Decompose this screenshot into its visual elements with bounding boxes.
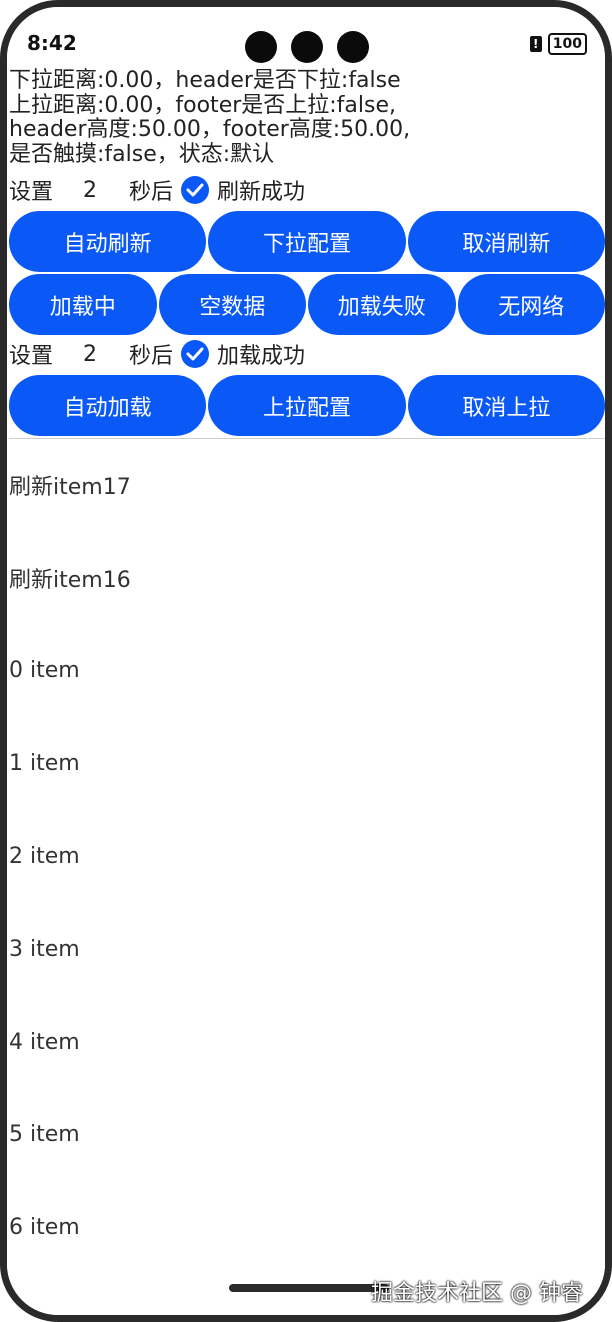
check-icon	[186, 183, 204, 197]
refresh-seconds-suffix: 秒后	[129, 180, 174, 205]
load-failed-button[interactable]: 加载失败	[308, 274, 456, 335]
list-item[interactable]: 1 item	[9, 717, 605, 810]
refresh-setting-label: 设置	[9, 180, 54, 205]
auto-load-button[interactable]: 自动加载	[9, 375, 207, 436]
home-indicator[interactable]	[229, 1284, 389, 1292]
camera-icon	[245, 31, 277, 63]
list-item[interactable]: 刷新item16	[9, 532, 605, 625]
refresh-button-row: 自动刷新 下拉配置 取消刷新	[9, 211, 605, 272]
status-info-line-1: 下拉距离:0.00，header是否下拉:false	[9, 68, 401, 93]
item-list[interactable]: 刷新item17 刷新item16 0 item 1 item 2 item 3…	[9, 439, 605, 1274]
load-setting-row: 设置 2 秒后 加载成功	[9, 335, 605, 373]
screen: 8:42 ! 100 下拉距离:0.00，header是否下拉:false 上拉…	[7, 7, 605, 1315]
refresh-setting-row: 设置 2 秒后 刷新成功	[9, 171, 605, 209]
status-info-line-4: 是否触摸:false，状态:默认	[9, 141, 275, 167]
device-frame: 8:42 ! 100 下拉距离:0.00，header是否下拉:false 上拉…	[0, 0, 612, 1322]
list-item[interactable]: 5 item	[9, 1089, 605, 1182]
status-time: 8:42	[27, 31, 77, 55]
refresh-success-label: 刷新成功	[217, 180, 306, 205]
list-item[interactable]: 刷新item17	[9, 439, 605, 532]
list-item[interactable]: 0 item	[9, 625, 605, 718]
check-icon	[186, 347, 204, 361]
status-right: ! 100	[529, 33, 587, 55]
no-network-button[interactable]: 无网络	[457, 274, 605, 335]
list-item[interactable]: 4 item	[9, 996, 605, 1089]
refresh-success-checkbox[interactable]	[181, 176, 210, 204]
camera-cutout	[245, 31, 369, 63]
pull-down-config-button[interactable]: 下拉配置	[208, 211, 406, 272]
state-button-row: 加载中 空数据 加载失败 无网络	[9, 274, 605, 335]
list-item[interactable]: 6 item	[9, 1181, 605, 1274]
cancel-refresh-button[interactable]: 取消刷新	[407, 211, 605, 272]
list-item[interactable]: 3 item	[9, 903, 605, 996]
auto-refresh-button[interactable]: 自动刷新	[9, 211, 207, 272]
status-info-line-3: header高度:50.00，footer高度:50.00,	[9, 117, 411, 142]
refresh-seconds-value[interactable]: 2	[83, 178, 123, 203]
load-button-row: 自动加载 上拉配置 取消上拉	[9, 375, 605, 436]
load-success-label: 加载成功	[217, 344, 306, 369]
battery-icon: 100	[547, 33, 587, 55]
list-item[interactable]: 2 item	[9, 810, 605, 903]
load-seconds-value[interactable]: 2	[83, 342, 123, 367]
empty-data-button[interactable]: 空数据	[158, 274, 306, 335]
main-content: 下拉距离:0.00，header是否下拉:false 上拉距离:0.00，foo…	[9, 68, 605, 1274]
loading-button[interactable]: 加载中	[9, 274, 157, 335]
status-info-line-2: 上拉距离:0.00，footer是否上拉:false,	[9, 92, 397, 118]
watermark: 掘金技术社区 @ 钟睿	[371, 1281, 583, 1306]
camera-icon	[291, 31, 323, 63]
cancel-pull-up-button[interactable]: 取消上拉	[407, 375, 605, 436]
load-setting-label: 设置	[9, 344, 54, 369]
status-bar: 8:42 ! 100	[7, 29, 605, 63]
camera-icon	[337, 31, 369, 63]
alert-icon: !	[529, 36, 542, 52]
load-success-checkbox[interactable]	[181, 340, 210, 368]
pull-up-config-button[interactable]: 上拉配置	[208, 375, 406, 436]
load-seconds-suffix: 秒后	[129, 344, 174, 369]
